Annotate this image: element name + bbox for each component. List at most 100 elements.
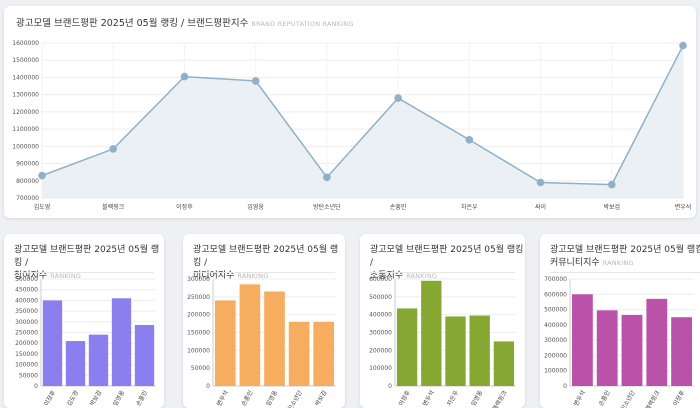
bar [214, 300, 236, 386]
x-tick-label: 임영웅 [264, 389, 279, 408]
x-tick-label: 변우석 [421, 389, 436, 407]
x-tick-label: 박보검 [313, 389, 328, 407]
brand-reputation-card: 광고모델 브랜드평판 2025년 05월 랭킹 / 브랜드평판지수 BRAND R… [4, 6, 696, 218]
card-title-line1: 광고모델 브랜드평판 2025년 05월 랭킹 / [193, 245, 339, 268]
bar [396, 308, 418, 386]
y-tick-label: 100000 [544, 368, 567, 375]
participation-bar-chart: 0 50000 100000 150000 200000 250000 300000 3500… [15, 276, 156, 408]
x-tick-label: 이정후 [671, 389, 686, 408]
data-point [394, 94, 402, 102]
data-point [465, 135, 474, 144]
bar [65, 341, 86, 386]
y-tick-label: 100000 [15, 362, 38, 369]
x-tick-label: 방탄소년단 [313, 203, 341, 211]
y-tick-label: 1100000 [12, 126, 39, 133]
y-tick-label: 250000 [187, 294, 210, 301]
y-tick-label: 700000 [16, 195, 39, 202]
x-tick-label: 김도영 [65, 389, 80, 407]
data-point [536, 178, 545, 187]
y-tick-label: 300000 [369, 330, 392, 337]
x-tick-label: 손흥민 [390, 203, 407, 211]
y-tick-label: 1500000 [12, 57, 39, 64]
x-tick-label: 변우석 [215, 389, 230, 407]
x-tick-label: 손흥민 [134, 389, 149, 407]
y-tick-label: 200000 [544, 352, 567, 359]
y-tick-label: 1400000 [12, 74, 39, 81]
x-tick-label: 변우석 [675, 203, 692, 211]
x-tick-label: 임영웅 [111, 389, 126, 408]
y-tick-label: 1200000 [12, 109, 39, 116]
y-tick-label: 150000 [187, 330, 210, 337]
y-tick-label: 50000 [19, 372, 38, 379]
data-point [109, 145, 118, 153]
bar [239, 284, 261, 386]
bar [571, 294, 593, 386]
x-tick-label: 변우석 [572, 389, 587, 407]
y-tick-label: 0 [206, 383, 210, 390]
y-tick-label: 600000 [369, 276, 392, 283]
y-tick-label: 200000 [369, 347, 392, 354]
y-tick-label: 100000 [369, 365, 392, 372]
card-title: 광고모델 브랜드평판 2025년 05월 랭킹 / 커뮤니티지수 RANKING [550, 244, 700, 270]
card-divider [550, 272, 700, 273]
communication-card: 광고모델 브랜드평판 2025년 05월 랭킹 / 소통지수 RANKING 01… [360, 234, 525, 408]
card-title-line1: 광고모델 브랜드평판 2025년 05월 랭킹 / [370, 245, 524, 268]
card-title-line2: 커뮤니티지수 [550, 258, 600, 268]
bar [288, 321, 310, 386]
y-tick-label: 500000 [544, 307, 567, 314]
x-tick-label: 방탄소년단 [616, 389, 637, 408]
y-tick-label: 1600000 [12, 40, 39, 47]
y-tick-label: 50000 [191, 365, 210, 372]
card-divider [193, 272, 335, 273]
media-card: 광고모델 브랜드평판 2025년 05월 랭킹 / 미디어지수 RANKING 0… [183, 234, 345, 408]
y-tick-label: 450000 [15, 287, 38, 294]
bar [111, 298, 132, 386]
x-tick-label: 임영웅 [247, 203, 264, 211]
bar [88, 334, 109, 386]
y-tick-label: 500000 [15, 276, 38, 283]
bar [596, 310, 618, 386]
communication-bar-chart: 0 100000 200000 300000 400000 500000 600000 이정후… [369, 276, 516, 408]
bar [671, 317, 693, 386]
y-tick-label: 0 [34, 383, 38, 390]
y-tick-label: 100000 [187, 347, 210, 354]
card-title-line1: 광고모델 브랜드평판 2025년 05월 랭킹 / [550, 245, 700, 255]
media-bar-chart: 0 50000 100000 150000 200000 250000 300000 변우석 손… [187, 276, 336, 408]
y-tick-label: 600000 [544, 291, 567, 298]
x-tick-label: 싸이 [535, 203, 546, 211]
card-title-line1: 광고모델 브랜드평판 2025년 05월 랭킹 / [14, 245, 160, 268]
y-tick-label: 400000 [15, 297, 38, 304]
data-point [251, 77, 260, 85]
x-tick-label: 블랙핑크 [102, 203, 125, 211]
y-tick-label: 350000 [15, 308, 38, 315]
x-tick-label: 차은우 [461, 203, 478, 211]
x-tick-label: 블랙핑크 [644, 389, 662, 408]
data-point [323, 173, 331, 182]
card-divider [370, 272, 515, 273]
y-tick-label: 250000 [15, 330, 38, 337]
data-point [180, 72, 189, 81]
y-tick-label: 300000 [187, 276, 210, 283]
y-tick-label: 1000000 [12, 143, 39, 150]
bar [421, 280, 442, 386]
x-tick-label: 이정후 [176, 203, 193, 211]
y-tick-label: 150000 [15, 351, 38, 358]
bar [445, 316, 466, 386]
x-tick-label: 차은우 [445, 389, 460, 408]
card-subtitle: RANKING [602, 259, 634, 267]
y-tick-label: 700000 [544, 276, 567, 283]
data-point [679, 41, 687, 50]
brand-reputation-line-chart: 700000 800000 900000 1000000 1100000 1200000 1… [12, 40, 692, 211]
x-tick-label: 이정후 [42, 389, 57, 408]
y-tick-label: 400000 [544, 322, 567, 329]
x-tick-label: 방탄소년단 [283, 389, 304, 408]
y-tick-label: 800000 [16, 178, 39, 185]
y-tick-label: 500000 [369, 294, 392, 301]
y-tick-label: 400000 [369, 312, 392, 319]
bar [621, 314, 643, 386]
x-tick-label: 김도영 [34, 203, 51, 211]
y-tick-label: 300000 [544, 337, 567, 344]
y-tick-label: 200000 [15, 340, 38, 347]
data-point [38, 171, 46, 180]
bar [646, 298, 668, 386]
